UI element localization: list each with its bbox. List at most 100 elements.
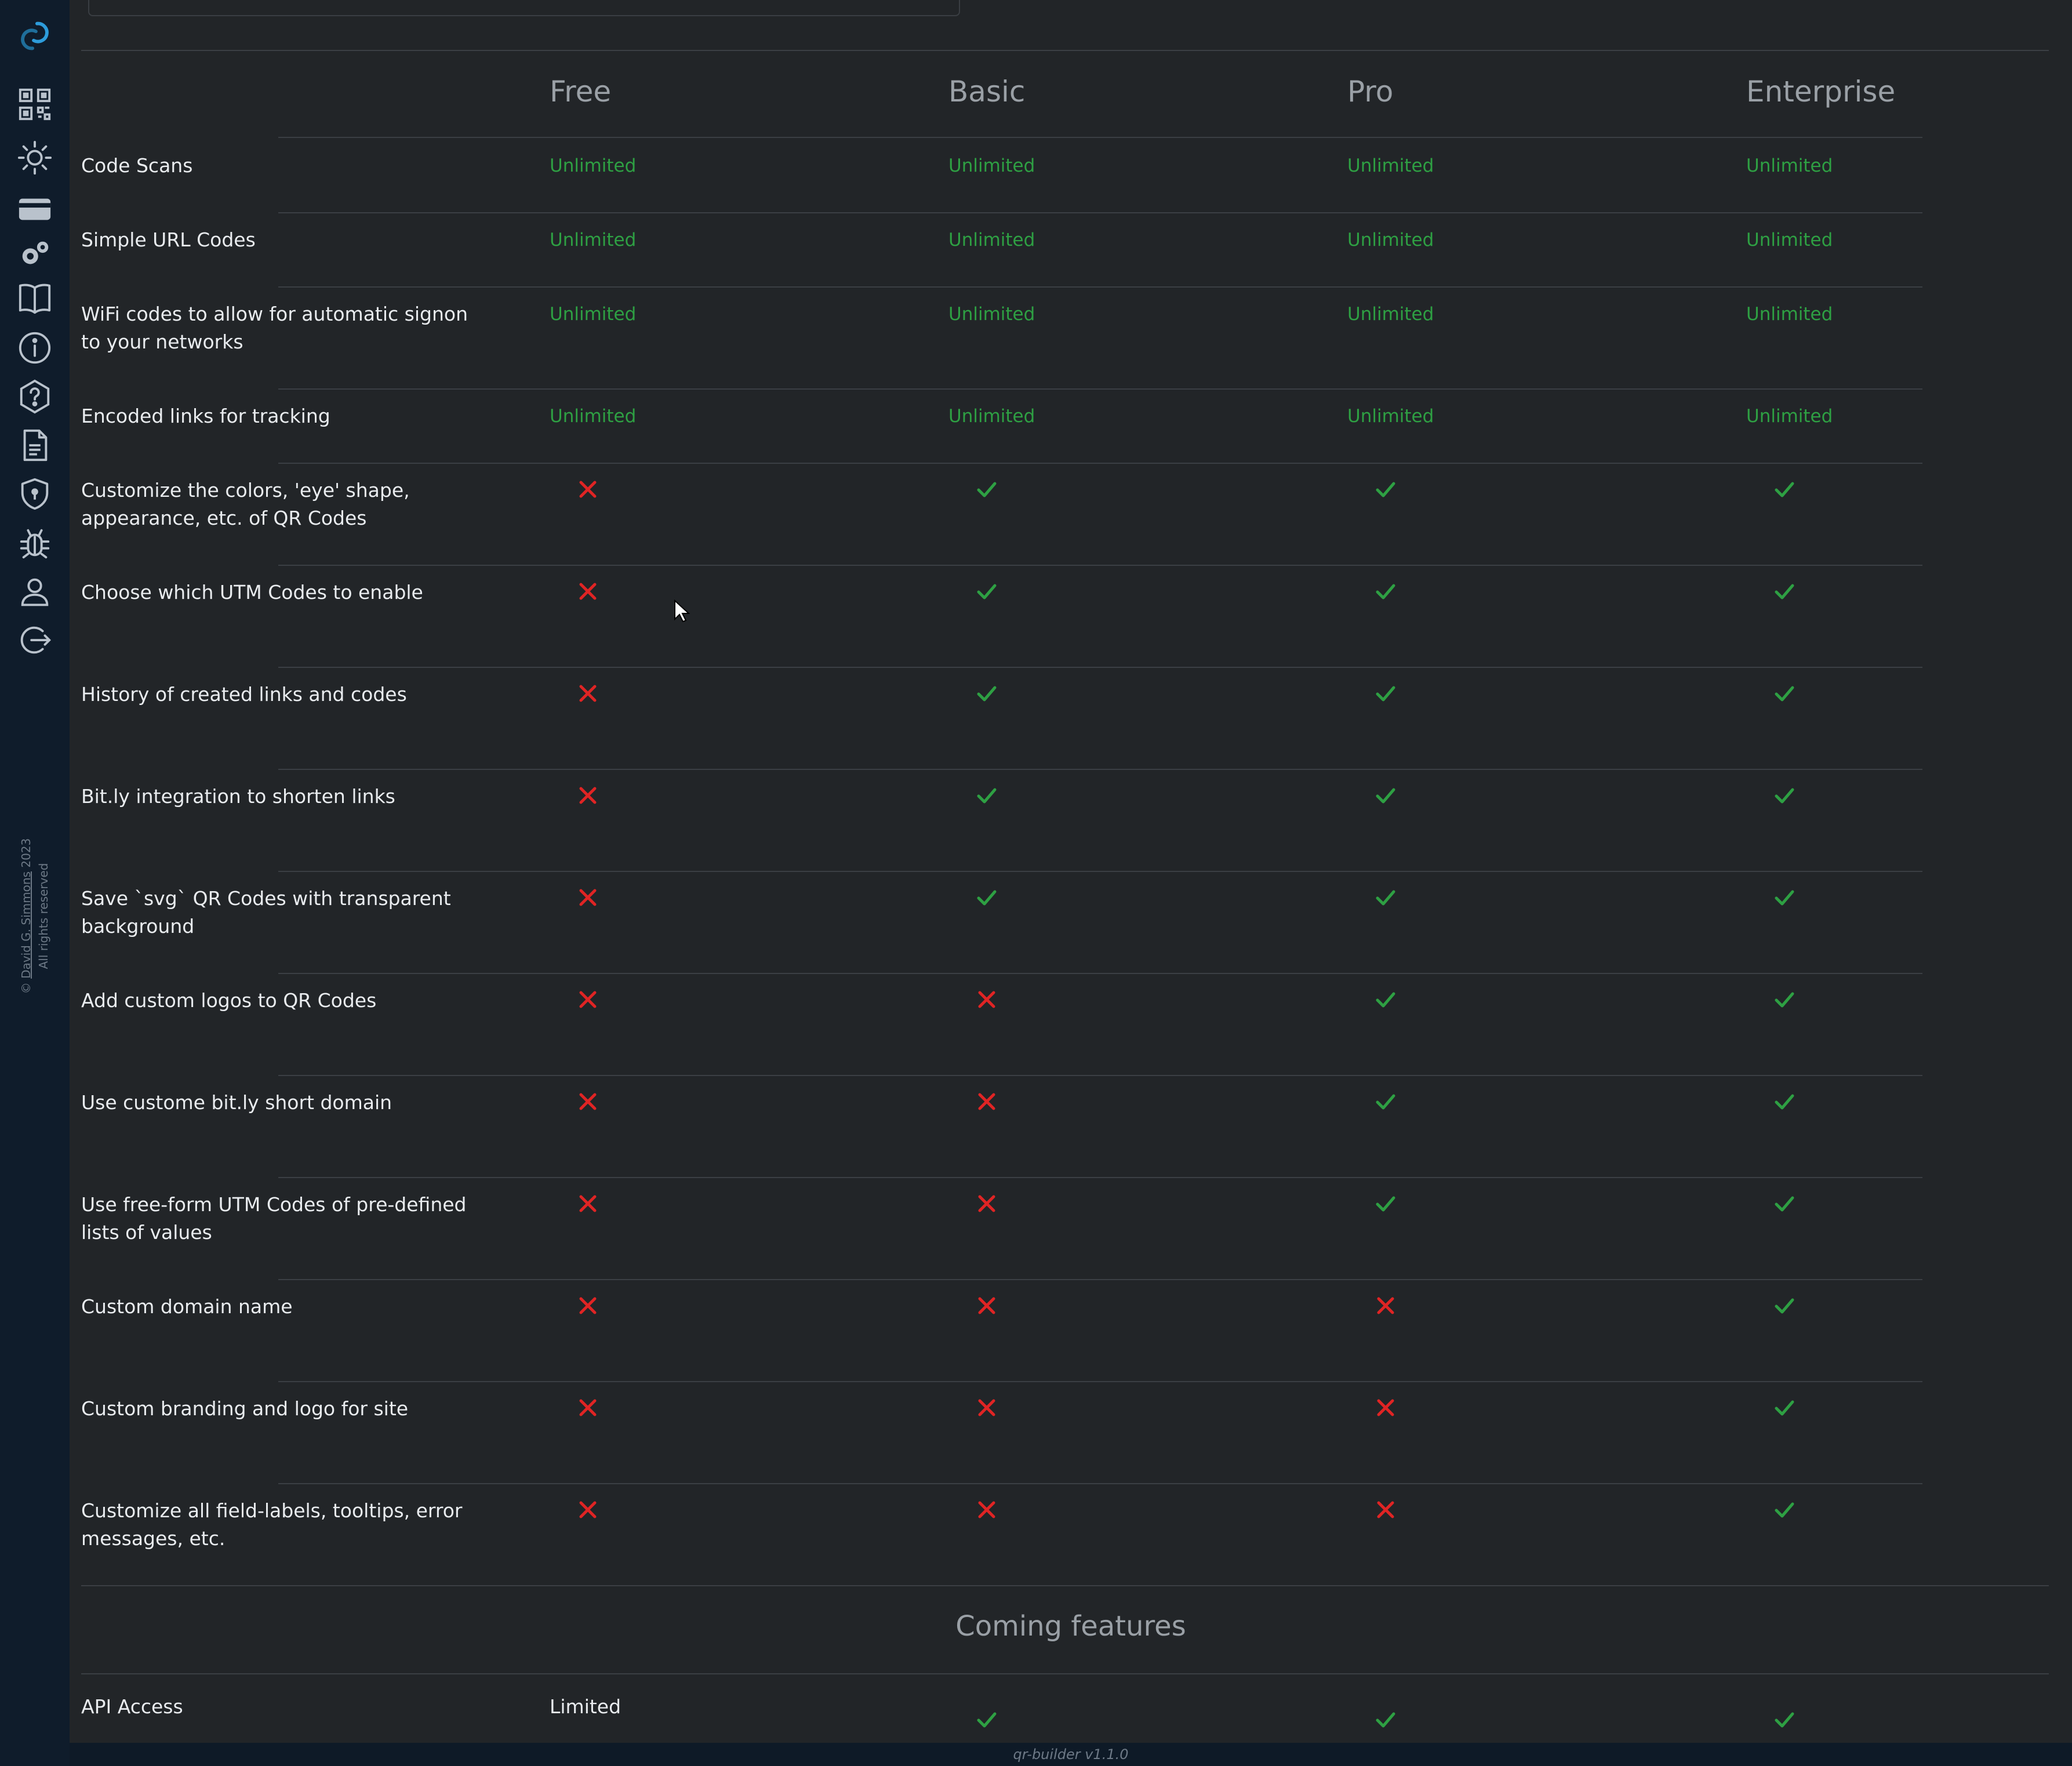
top-input-field[interactable] [88, 0, 960, 16]
main-content: Coming features Free Basic Pro Enterprise Co… [70, 0, 2072, 1743]
row-divider [278, 137, 1922, 138]
shield-icon[interactable] [12, 471, 58, 517]
value-cell: Unlimited [550, 155, 637, 176]
check-icon [1774, 1295, 1795, 1316]
logout-icon[interactable] [12, 617, 58, 663]
section-divider [81, 1585, 2049, 1586]
check-icon [1375, 1193, 1396, 1214]
feature-label: Choose which UTM Codes to enable [81, 581, 423, 604]
credit-card-icon[interactable] [12, 186, 58, 232]
tier-header-pro: Pro [1347, 75, 1394, 108]
copyright-year: 2023 [19, 838, 33, 868]
row-divider [278, 1075, 1922, 1076]
value-cell: Unlimited [1347, 155, 1434, 176]
row-divider [278, 769, 1922, 770]
value-cell: Unlimited [550, 304, 637, 325]
row-divider [278, 286, 1922, 288]
check-icon [1375, 887, 1396, 908]
row-divider [278, 388, 1922, 390]
value-cell: Unlimited [1746, 155, 1833, 176]
feature-label: WiFi codes to allow for automatic signon… [81, 303, 468, 353]
cross-icon [577, 581, 598, 602]
cross-icon [577, 1499, 598, 1520]
cross-icon [1375, 1295, 1396, 1316]
check-icon [1375, 683, 1396, 704]
row-divider [278, 565, 1922, 566]
cross-icon [1375, 1499, 1396, 1520]
version-footer: qr-builder v1.1.0 [70, 1743, 2072, 1766]
value-cell: Unlimited [948, 304, 1035, 325]
feature-label: Use free-form UTM Codes of pre-defined l… [81, 1193, 467, 1244]
feature-label: Encoded links for tracking [81, 405, 330, 427]
cross-icon [577, 1091, 598, 1112]
feature-label: Customize the colors, 'eye' shape, appea… [81, 479, 410, 529]
check-icon [1774, 1397, 1795, 1418]
cross-icon [976, 1091, 997, 1112]
value-cell: Unlimited [1746, 304, 1833, 325]
row-divider [278, 463, 1922, 464]
cross-icon [577, 479, 598, 500]
help-icon[interactable] [12, 373, 58, 420]
check-icon [1375, 785, 1396, 806]
feature-label: Custom branding and logo for site [81, 1397, 409, 1420]
user-icon[interactable] [12, 568, 58, 615]
cross-icon [577, 1193, 598, 1214]
feature-label: Save `svg` QR Codes with transparent bac… [81, 887, 451, 937]
row-divider [278, 667, 1922, 668]
coming-feature-label: API Access [81, 1695, 183, 1718]
check-icon [976, 785, 997, 806]
row-divider [278, 871, 1922, 872]
check-icon [1774, 1193, 1795, 1214]
check-icon [976, 1709, 997, 1730]
feature-label: Custom domain name [81, 1295, 293, 1318]
check-icon [1774, 785, 1795, 806]
cross-icon [577, 785, 598, 806]
book-icon[interactable] [12, 275, 58, 321]
cross-icon [577, 1397, 598, 1418]
gears-icon[interactable] [12, 231, 58, 277]
check-icon [1375, 581, 1396, 602]
check-icon [1774, 479, 1795, 500]
coming-features-title: Coming features [955, 1610, 1186, 1643]
feature-label: Use custome bit.ly short domain [81, 1091, 392, 1114]
check-icon [976, 683, 997, 704]
check-icon [1375, 1709, 1396, 1730]
copyright-notice: © David G. Simmons 2023 All rights reser… [19, 838, 50, 994]
feature-label: Customize all field-labels, tooltips, er… [81, 1499, 463, 1550]
sidebar: © David G. Simmons 2023 All rights reser… [0, 0, 70, 1766]
check-icon [1774, 989, 1795, 1010]
cross-icon [1375, 1397, 1396, 1418]
check-icon [976, 479, 997, 500]
value-cell: Unlimited [948, 230, 1035, 250]
row-divider [278, 973, 1922, 974]
app-root: © David G. Simmons 2023 All rights reser… [0, 0, 2072, 1766]
cross-icon [976, 1295, 997, 1316]
check-icon [1375, 989, 1396, 1010]
info-icon[interactable] [12, 325, 58, 371]
feature-label: Add custom logos to QR Codes [81, 989, 377, 1012]
document-icon[interactable] [12, 422, 58, 468]
value-cell: Unlimited [1746, 230, 1833, 250]
check-icon [976, 581, 997, 602]
value-cell: Limited [550, 1695, 621, 1718]
check-icon [1774, 887, 1795, 908]
value-cell: Unlimited [1746, 406, 1833, 427]
sun-icon[interactable] [12, 135, 58, 181]
cross-icon [577, 683, 598, 704]
cross-icon [976, 1193, 997, 1214]
header-top-divider [81, 50, 2049, 51]
copyright-author[interactable]: David G. Simmons [19, 871, 33, 979]
logo-icon[interactable] [12, 13, 58, 59]
value-cell: Unlimited [1347, 304, 1434, 325]
qr-code-icon[interactable] [12, 81, 58, 128]
feature-label: Bit.ly integration to shorten links [81, 785, 395, 808]
row-divider [278, 1381, 1922, 1382]
tier-header-basic: Basic [948, 75, 1026, 108]
check-icon [1375, 479, 1396, 500]
row-divider [278, 1177, 1922, 1178]
check-icon [976, 887, 997, 908]
check-icon [1774, 581, 1795, 602]
bug-icon[interactable] [12, 519, 58, 566]
cross-icon [976, 989, 997, 1010]
check-icon [1774, 1709, 1795, 1730]
